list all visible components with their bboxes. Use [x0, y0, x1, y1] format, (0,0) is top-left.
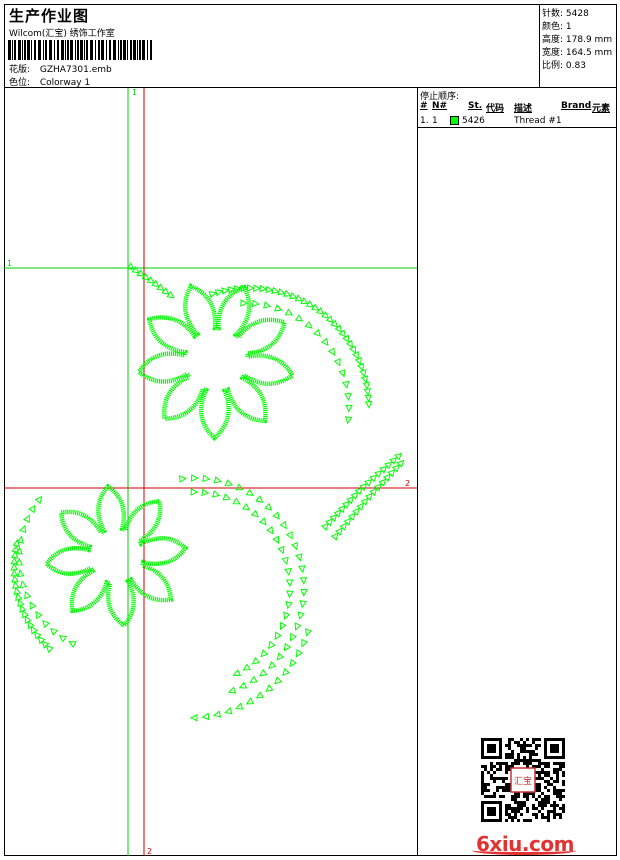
seal-text: 汇宝 [514, 775, 532, 787]
col-element: 元素 [592, 104, 611, 114]
stat-scale: 比例: 0.83 [542, 61, 586, 71]
col-code: 代码 [486, 104, 505, 114]
design-file: 花版: GZHA7301.emb [9, 62, 112, 75]
qr-code: 汇宝 [481, 738, 565, 822]
stats-panel: 针数: 5428 颜色: 1 高度: 178.9 mm 宽度: 164.5 mm… [539, 4, 617, 88]
stat-height: 高度: 178.9 mm [542, 35, 613, 45]
upper-flower [135, 283, 296, 442]
barcode [8, 40, 152, 60]
stat-stitches: 针数: 5428 [542, 9, 589, 19]
col-index: # [420, 101, 428, 111]
guide-label-h-red: 2 [405, 479, 410, 488]
design-canvas[interactable]: 1 1 2 2 [4, 88, 418, 856]
col-st: St. [468, 101, 483, 111]
page-title: 生产作业图 [9, 7, 90, 25]
lower-flower [43, 483, 189, 629]
design-label: 花版: [9, 65, 31, 75]
vine-stitches [10, 262, 405, 722]
thread-color-swatch [450, 116, 459, 125]
guide-label-v-red: 2 [147, 847, 152, 856]
col-brand: Brand [561, 101, 592, 111]
stat-colors: 颜色: 1 [542, 22, 572, 32]
colorway-value: Colorway 1 [39, 78, 91, 88]
watermark-underline [472, 846, 576, 855]
col-desc: 描述 [514, 104, 533, 114]
stat-width: 宽度: 164.5 mm [542, 48, 613, 58]
guide-label-v-green: 1 [132, 88, 137, 97]
row-description: Thread #1 [514, 116, 562, 126]
stop-sequence-header: 停止顺序: # N# St. 代码 描述 Brand 元素 1. 1 5426 … [418, 88, 617, 128]
header-info: 生产作业图 Wilcom(汇宝) 绣饰工作室 花版: GZHA7301.emb … [4, 4, 540, 88]
colorway: 色位: Colorway 1 [9, 75, 90, 88]
col-n: N# [432, 101, 448, 111]
row-n: 1 [432, 116, 438, 126]
embroidery-design: 1 1 2 2 [4, 88, 417, 856]
colorway-label: 色位: [9, 78, 31, 88]
studio-name: Wilcom(汇宝) 绣饰工作室 [9, 29, 115, 39]
stitch-pattern [10, 262, 405, 722]
guide-label-h-green: 1 [7, 259, 12, 268]
row-index: 1. [420, 116, 429, 126]
row-code: 5426 [462, 116, 485, 126]
design-value: GZHA7301.emb [39, 65, 112, 75]
